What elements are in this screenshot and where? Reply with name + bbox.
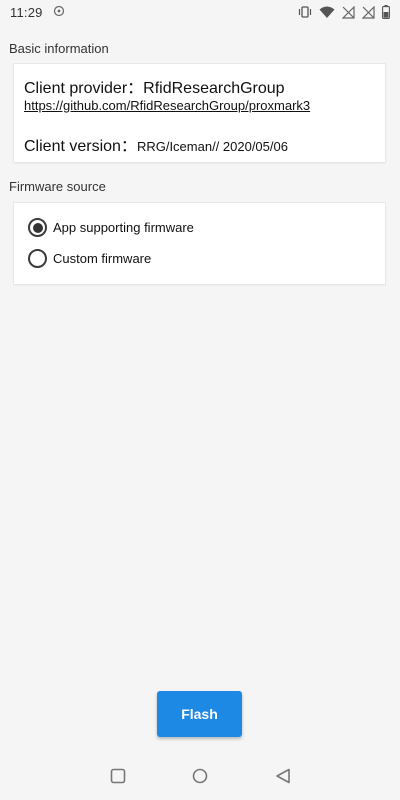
provider-row: Client provider：RfidResearchGroup	[24, 74, 285, 98]
status-left: 11:29	[10, 5, 65, 20]
provider-label: Client provider：	[24, 80, 144, 97]
notification-icon	[53, 5, 65, 20]
vibrate-icon	[298, 5, 312, 19]
radio-label: Custom firmware	[53, 251, 152, 266]
firmware-source-title: Firmware source	[9, 179, 106, 194]
no-signal-icon	[362, 5, 375, 19]
radio-label: App supporting firmware	[53, 220, 194, 235]
flash-button[interactable]: Flash	[157, 691, 242, 737]
battery-icon	[382, 5, 390, 19]
radio-button-unselected[interactable]	[28, 249, 47, 268]
recent-apps-icon[interactable]	[110, 768, 126, 789]
status-icons	[298, 5, 390, 19]
navigation-bar	[0, 752, 400, 800]
radio-option-custom-firmware[interactable]: Custom firmware	[28, 249, 151, 268]
home-icon[interactable]	[192, 768, 208, 789]
radio-option-app-firmware[interactable]: App supporting firmware	[28, 218, 194, 237]
provider-value: RfidResearchGroup	[143, 80, 285, 97]
version-label: Client version：	[24, 138, 137, 155]
provider-link[interactable]: https://github.com/RfidResearchGroup/pro…	[24, 98, 310, 113]
basic-info-card: Client provider：RfidResearchGroup https:…	[14, 64, 385, 162]
version-value: RRG/Iceman// 2020/05/06	[136, 139, 288, 154]
radio-button-selected[interactable]	[28, 218, 47, 237]
wifi-icon	[319, 6, 335, 19]
status-bar: 11:29	[0, 0, 400, 24]
status-time: 11:29	[10, 4, 43, 20]
basic-info-title: Basic information	[9, 41, 109, 56]
no-signal-icon	[342, 5, 355, 19]
version-row: Client version：RRG/Iceman// 2020/05/06	[24, 132, 288, 156]
radio-dot	[32, 222, 43, 233]
firmware-source-card: App supporting firmware Custom firmware	[14, 203, 385, 284]
back-icon[interactable]	[275, 768, 291, 789]
